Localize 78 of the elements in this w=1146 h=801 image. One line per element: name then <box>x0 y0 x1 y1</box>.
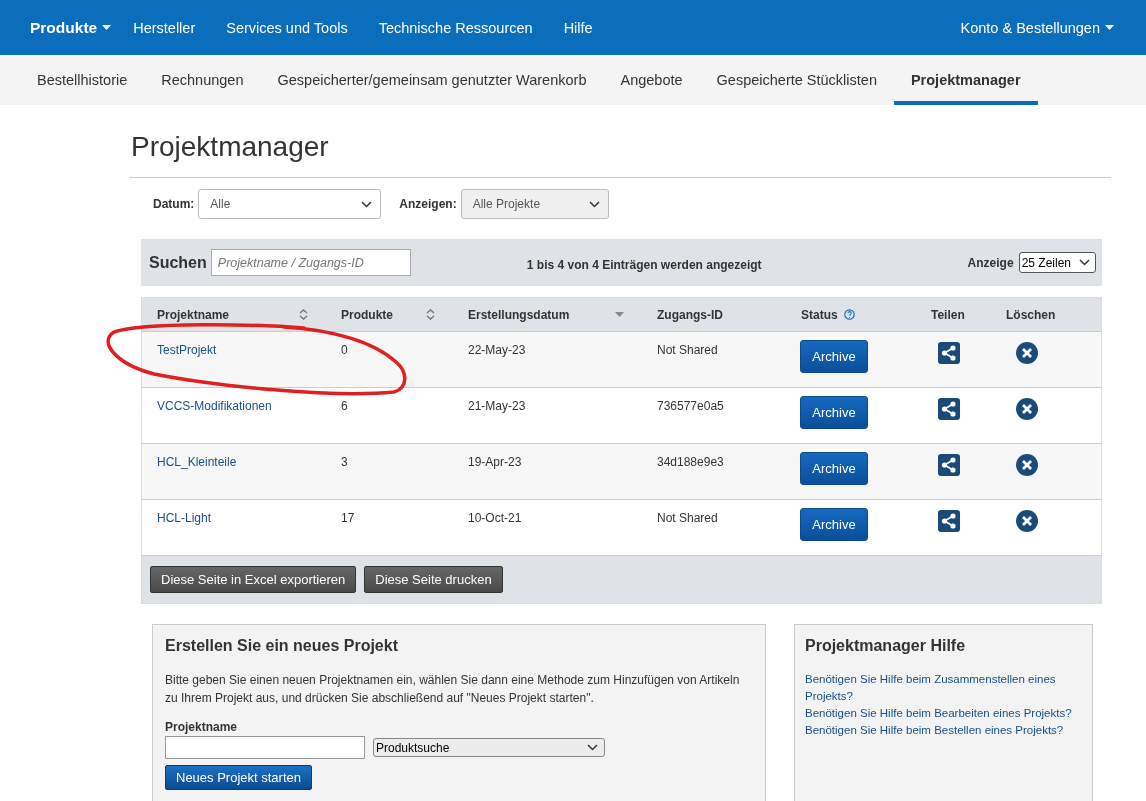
help-icon[interactable] <box>843 309 855 320</box>
footer-button[interactable]: Diese Seite in Excel exportieren <box>150 566 357 593</box>
table-cell: 6 <box>341 399 348 413</box>
archive-button[interactable]: Archive <box>800 452 868 485</box>
caret-icon <box>102 25 112 30</box>
delete-icon[interactable] <box>1016 454 1038 476</box>
nav-menu-item[interactable]: Hilfe <box>563 19 593 36</box>
caret-icon <box>1105 25 1114 30</box>
chevron-down-icon <box>1079 259 1090 266</box>
help-link[interactable]: Benötigen Sie Hilfe beim Zusammenstellen eines Projekts? <box>805 671 1088 705</box>
page-title: Projektmanager <box>130 105 1111 178</box>
tab[interactable]: Angebote <box>603 59 700 105</box>
panel-title: Projektmanager Hilfe <box>805 637 967 655</box>
table-cell: Not Shared <box>657 343 718 357</box>
chevron-down-icon <box>361 200 373 208</box>
footer-button[interactable]: Diese Seite drucken <box>364 566 503 593</box>
column-header[interactable]: Teilen <box>931 307 965 322</box>
table-cell: 736577e0a5 <box>657 399 724 413</box>
method-dropdown[interactable]: Produktsuche <box>373 738 605 757</box>
project-link[interactable]: VCCS-Modifikationen <box>157 399 272 413</box>
archive-button[interactable]: Archive <box>800 508 868 541</box>
table-cell: Not Shared <box>657 511 718 525</box>
filter-label: Datum: <box>153 197 195 211</box>
table-cell: 0 <box>341 343 348 357</box>
search-label: Suchen <box>149 253 207 272</box>
chevron-down-icon <box>588 200 600 208</box>
page-size-dropdown[interactable]: 25 Zeilen <box>1018 252 1096 273</box>
archive-button[interactable]: Archive <box>800 340 868 373</box>
tab[interactable]: Gespeicherter/gemeinsam genutzter Warenkorb <box>260 59 604 105</box>
table-cell: 17 <box>341 511 355 525</box>
table-cell: 10-Oct-21 <box>468 511 522 525</box>
nav-menu-item[interactable]: Hersteller <box>133 19 196 36</box>
nav-menu-item[interactable]: Technische Ressourcen <box>378 19 533 36</box>
column-header[interactable]: Erstellungsdatum <box>468 307 570 322</box>
column-header[interactable]: Projektname <box>157 307 230 322</box>
tab[interactable]: Gespeicherte Stücklisten <box>699 59 894 105</box>
sort-descending-icon[interactable] <box>615 312 624 317</box>
delete-icon[interactable] <box>1016 342 1038 364</box>
archive-button[interactable]: Archive <box>800 396 868 429</box>
instruction-text: Bitte geben Sie einen neuen Projektnamen ein, wählen Sie dann eine Methode zum Hinzufügen von Artikeln zu Ihrem Projekt aus, und drücken Sie abschließend auf "Neues Projekt starten". <box>165 672 741 707</box>
sort-icon[interactable] <box>299 309 308 320</box>
filter-dropdown[interactable]: Alle <box>198 189 382 219</box>
project-link[interactable]: HCL-Light <box>157 511 212 525</box>
table-cell: 22-May-23 <box>468 343 526 357</box>
filter-label: Anzeigen: <box>399 197 457 211</box>
column-header[interactable]: Löschen <box>1006 307 1056 322</box>
table-cell: 19-Apr-23 <box>468 455 522 469</box>
project-link[interactable]: TestProjekt <box>157 343 217 357</box>
sort-icon[interactable] <box>426 309 435 320</box>
nav-menu-item[interactable]: Produkte <box>30 18 112 37</box>
field-label: Projektname <box>165 720 239 734</box>
project-link[interactable]: HCL_Kleinteile <box>157 455 237 469</box>
help-link[interactable]: Benötigen Sie Hilfe beim Bearbeiten eines Projekts? <box>805 705 1088 722</box>
tab[interactable]: Bestellhistorie <box>20 59 145 105</box>
account-menu[interactable]: Konto & Bestellungen <box>960 19 1114 36</box>
column-header[interactable]: Zugangs-ID <box>657 307 723 322</box>
table-cell: 34d188e9e3 <box>657 455 724 469</box>
start-project-button[interactable]: Neues Projekt starten <box>165 765 312 790</box>
column-header[interactable]: Status <box>801 307 838 322</box>
search-field[interactable]: Projektname / Zugangs-ID <box>210 249 411 276</box>
tab[interactable]: Rechnungen <box>144 59 261 105</box>
table-cell: 21-May-23 <box>468 399 526 413</box>
share-icon[interactable] <box>938 454 960 476</box>
share-icon[interactable] <box>938 342 960 364</box>
column-header[interactable]: Produkte <box>341 307 393 322</box>
nav-menu-item[interactable]: Services und Tools <box>226 19 348 36</box>
tab[interactable]: Projektmanager <box>893 59 1038 105</box>
table-cell: 3 <box>341 455 348 469</box>
delete-icon[interactable] <box>1016 398 1038 420</box>
delete-icon[interactable] <box>1016 510 1038 532</box>
share-icon[interactable] <box>938 398 960 420</box>
project-name-field[interactable] <box>165 736 365 759</box>
help-link[interactable]: Benötigen Sie Hilfe beim Bestellen eines Projekts? <box>805 722 1088 739</box>
share-icon[interactable] <box>938 510 960 532</box>
chevron-down-icon <box>587 744 598 751</box>
page-size-label: Anzeige <box>967 255 1014 270</box>
panel-title: Erstellen Sie ein neues Projekt <box>165 637 399 655</box>
entries-info: 1 bis 4 von 4 Einträgen werden angezeigt <box>525 257 763 272</box>
